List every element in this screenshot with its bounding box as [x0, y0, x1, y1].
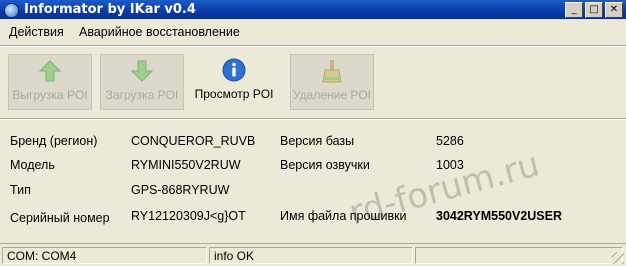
window-title: Informator by IKar v0.4: [24, 2, 196, 17]
title-bar[interactable]: Informator by IKar v0.4 _ □ ✕: [0, 0, 626, 19]
broom-icon: [322, 60, 342, 83]
model-value: RYMINI550V2RUW: [131, 158, 241, 172]
export-poi-button[interactable]: Выгрузка POI: [8, 54, 92, 110]
status-message: info OK: [209, 247, 413, 264]
type-value: GPS-868RYRUW: [131, 183, 230, 197]
close-button[interactable]: ✕: [605, 2, 623, 18]
import-poi-button[interactable]: Загрузка POI: [100, 54, 184, 110]
status-port: COM: COM4: [2, 247, 207, 264]
delete-poi-button[interactable]: Удаление POI: [290, 54, 374, 110]
serial-value: RY12120309J<g}OT: [131, 209, 246, 223]
view-poi-label: Просмотр POI: [194, 87, 274, 101]
toolbar-separator: [0, 118, 626, 120]
firmware-file-value: 3042RYM550V2USER: [436, 209, 562, 223]
toolbar: Выгрузка POI Загрузка POI Просмотр POI У…: [0, 48, 626, 114]
type-label: Тип: [10, 183, 31, 197]
menu-separator: [0, 45, 626, 47]
app-icon: [4, 3, 19, 18]
db-version-value: 5286: [436, 134, 464, 148]
delete-poi-label: Удаление POI: [292, 88, 372, 102]
status-bar: COM: COM4 info OK: [0, 243, 626, 266]
resize-grip[interactable]: [612, 252, 624, 264]
export-poi-label: Выгрузка POI: [12, 88, 88, 102]
menu-emergency-recovery[interactable]: Аварийное восстановление: [79, 25, 240, 39]
window-controls: _ □ ✕: [565, 2, 623, 18]
view-poi-button[interactable]: Просмотр POI: [193, 54, 275, 108]
brand-label: Бренд (регион): [10, 134, 98, 148]
info-icon: [222, 58, 246, 82]
model-label: Модель: [10, 158, 55, 172]
menu-actions[interactable]: Действия: [9, 25, 64, 39]
minimize-button[interactable]: _: [565, 2, 583, 18]
voice-version-label: Версия озвучки: [280, 158, 370, 172]
status-empty: [415, 247, 623, 264]
arrow-down-icon: [130, 60, 154, 82]
db-version-label: Версия базы: [280, 134, 355, 148]
serial-label: Серийный номер: [10, 211, 110, 225]
arrow-up-icon: [38, 60, 62, 82]
menu-bar: Действия Аварийное восстановление: [0, 21, 626, 43]
brand-value: CONQUEROR_RUVB: [131, 134, 256, 148]
maximize-button[interactable]: □: [585, 2, 603, 18]
import-poi-label: Загрузка POI: [105, 88, 179, 102]
